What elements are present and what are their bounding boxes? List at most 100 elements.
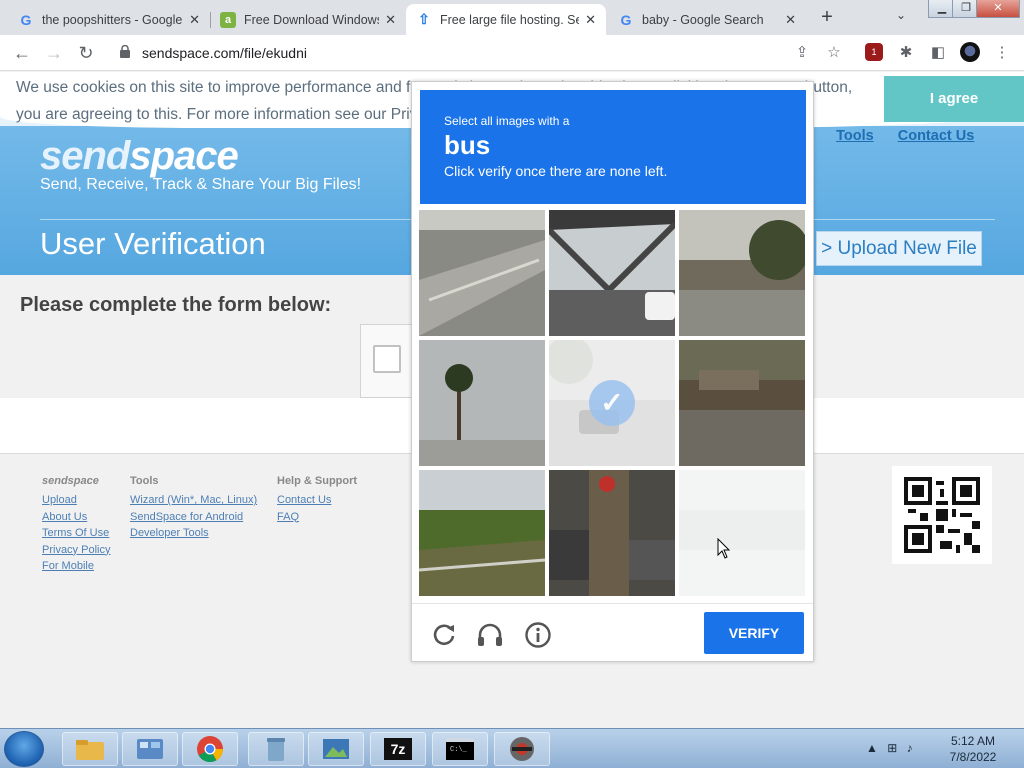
footer-link-mobile[interactable]: For Mobile [42,558,110,575]
audio-challenge-headphones-icon[interactable] [475,620,505,650]
footer-heading: Tools [130,475,159,487]
media-app-icon[interactable] [494,732,550,766]
nav-link-contact[interactable]: Contact Us [898,128,975,144]
tab-title: the poopshitters - Google [42,12,183,27]
browser-menu-icon[interactable]: ⋮ [992,43,1012,63]
form-heading: Please complete the form below: [20,294,332,316]
qr-code-image [892,466,992,564]
volume-icon[interactable]: ♪ [907,741,913,755]
shield-extension-icon[interactable]: 1 [865,43,883,61]
site-tagline: Send, Receive, Track & Share Your Big Fi… [40,176,362,193]
tab-search-chevron-icon[interactable]: ⌄ [896,8,906,22]
command-prompt-icon[interactable]: C:\_ [432,732,488,766]
mouse-cursor-icon [717,538,731,559]
nav-link-tools[interactable]: Tools [836,128,874,144]
footer-link-faq[interactable]: FAQ [277,509,357,526]
upload-arrow-icon: ⇧ [418,11,430,27]
android-app-icon: a [220,11,236,28]
photo-viewer-icon[interactable] [308,732,364,766]
recaptcha-challenge: Select all images with a bus Click verif… [411,81,814,662]
7zip-icon[interactable]: 7z [370,732,426,766]
reload-challenge-icon[interactable] [429,620,459,650]
tab-title: Free large file hosting. Se [440,12,580,27]
share-icon[interactable]: ⇪ [792,43,812,63]
captcha-tile-1[interactable] [419,210,545,336]
network-icon[interactable]: ⊞ [887,741,897,755]
footer-link-android[interactable]: SendSpace for Android [130,509,257,526]
captcha-tile-2[interactable] [549,210,675,336]
footer-link-terms[interactable]: Terms Of Use [42,525,110,542]
google-icon: G [20,11,32,28]
verify-button[interactable]: VERIFY [704,612,804,654]
sendspace-logo[interactable]: sendspace [40,134,239,179]
clock-date: 7/8/2022 [949,750,997,764]
recycle-bin-icon[interactable] [248,732,304,766]
new-tab-button[interactable]: + [816,6,838,28]
info-icon[interactable] [523,620,553,650]
chrome-icon[interactable] [182,732,238,766]
back-arrow-icon[interactable]: ← [10,41,34,65]
tab-free-download[interactable]: a Free Download Windows ✕ [210,4,406,35]
footer-link-privacy[interactable]: Privacy Policy [42,542,110,559]
svg-text:7z: 7z [391,741,406,757]
footer-heading: Help & Support [277,475,358,487]
footer-link-developer[interactable]: Developer Tools [130,525,257,542]
page-content: sendspace Send, Receive, Track & Share Y… [0,72,1024,728]
top-nav: s Tools Contact Us [804,128,994,144]
captcha-tile-4[interactable] [419,340,545,466]
forward-arrow-icon[interactable]: → [42,41,66,65]
captcha-tile-5[interactable]: ✓ [549,340,675,466]
challenge-subinstruction: Click verify once there are none left. [444,163,668,179]
i-agree-button[interactable]: I agree [884,76,1024,122]
close-window-button[interactable]: ✕ [976,0,1020,18]
show-hidden-icons-icon[interactable]: ▲ [866,741,878,755]
windows-taskbar: 7z C:\_ ▲ ⊞ ♪ 5:12 AM 7/8/2022 [0,728,1024,768]
captcha-tile-7[interactable] [419,470,545,596]
bookmark-star-icon[interactable]: ☆ [824,43,844,63]
clock-time: 5:12 AM [950,734,996,748]
extensions-puzzle-icon[interactable]: ✱ [896,43,916,63]
footer-col-help: Help & Support Contact Us FAQ [277,475,357,525]
control-panel-icon[interactable] [122,732,178,766]
footer-link-wizard[interactable]: Wizard (Win*, Mac, Linux) [130,492,257,509]
side-panel-icon[interactable]: ◧ [928,43,948,63]
challenge-keyword: bus [444,130,491,160]
footer-link-contact[interactable]: Contact Us [277,492,357,509]
footer-link-about[interactable]: About Us [42,509,110,526]
logo-part-send: send [40,134,130,178]
close-tab-icon[interactable]: ✕ [585,12,596,28]
checkmark-icon: ✓ [589,380,635,426]
file-explorer-icon[interactable] [62,732,118,766]
profile-avatar[interactable] [960,42,980,62]
system-tray: ▲ ⊞ ♪ [866,741,913,755]
captcha-tile-6[interactable] [679,340,805,466]
tab-title: baby - Google Search [642,12,764,27]
footer-heading: sendspace [42,475,99,487]
address-bar[interactable]: sendspace.com/file/ekudni [108,40,858,66]
footer-link-upload[interactable]: Upload [42,492,110,509]
browser-tab-strip: G the poopshitters - Google ✕ a Free Dow… [0,0,1024,35]
extension-badge-count: 1 [871,47,877,57]
tab-baby-search[interactable]: G baby - Google Search ✕ [608,4,806,35]
system-clock[interactable]: 5:12 AM 7/8/2022 [930,733,1016,765]
close-tab-icon[interactable]: ✕ [385,12,396,28]
captcha-tile-9[interactable] [679,470,805,596]
captcha-tile-8[interactable] [549,470,675,596]
tab-sendspace[interactable]: ⇧ Free large file hosting. Se ✕ [406,4,606,35]
lock-icon [120,45,130,58]
upload-new-file-button[interactable]: > Upload New File [816,231,982,266]
url-text: sendspace.com/file/ekudni [142,45,307,61]
close-tab-icon[interactable]: ✕ [785,12,796,28]
page-title: User Verification [40,226,266,261]
logo-part-space: space [129,134,238,178]
google-icon: G [620,11,632,28]
reload-icon[interactable]: ↻ [74,41,98,65]
tab-poopshitters[interactable]: G the poopshitters - Google ✕ [8,4,210,35]
challenge-footer-divider [412,603,813,604]
recaptcha-checkbox[interactable] [373,345,401,373]
close-tab-icon[interactable]: ✕ [189,12,200,28]
start-button[interactable] [4,731,44,767]
captcha-tile-3[interactable] [679,210,805,336]
footer-col-tools: Tools Wizard (Win*, Mac, Linux) SendSpac… [130,475,257,542]
challenge-header: Select all images with a bus Click verif… [420,90,806,204]
